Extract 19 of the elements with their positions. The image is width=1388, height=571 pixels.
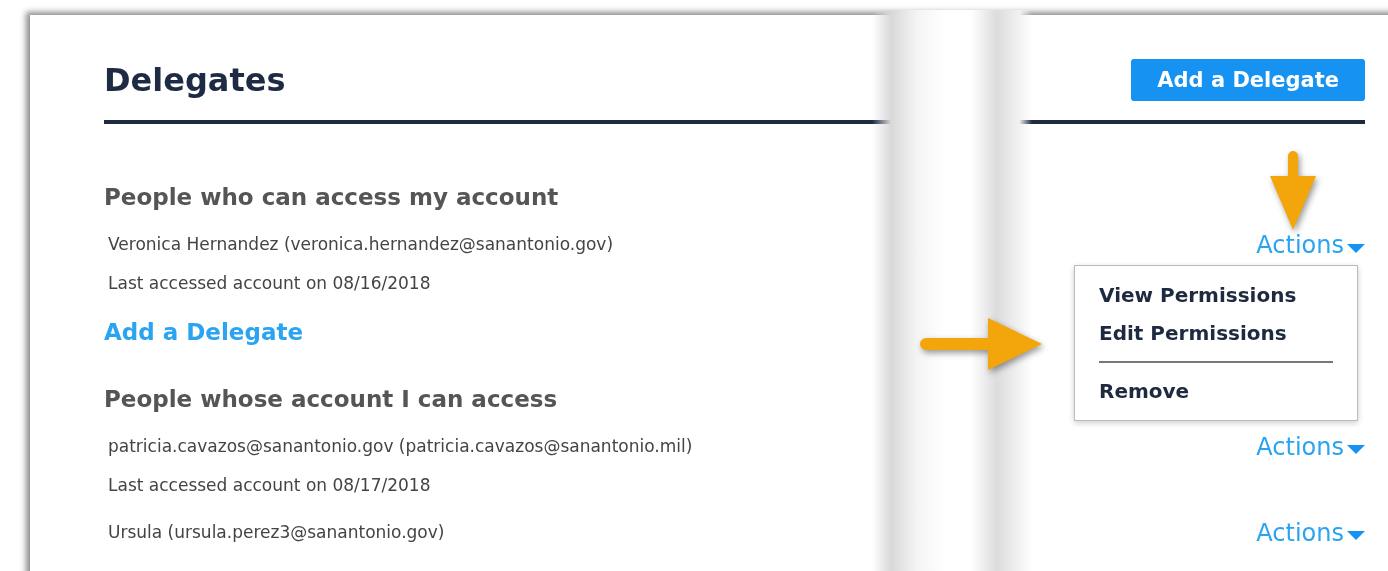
- caret-icon: [1347, 243, 1365, 253]
- delegate-name: Ursula (ursula.perez3@sanantonio.gov): [107, 520, 445, 544]
- last-accessed-text: Last accessed account on 08/16/2018: [107, 272, 431, 295]
- menu-item[interactable]: View Permissions: [1099, 276, 1297, 314]
- actions-link[interactable]: Actions: [1256, 520, 1365, 545]
- add-delegate-button[interactable]: Add a Delegate: [1131, 59, 1365, 101]
- page-title: Delegates: [104, 64, 286, 96]
- section-heading: People whose account I can access: [104, 387, 558, 411]
- caret-icon: [1347, 531, 1365, 540]
- delegate-name: patricia.cavazos@sanantonio.gov (patricia.cavazos@sanantonio.mil): [107, 434, 693, 458]
- section-heading: People who can access my account: [104, 186, 559, 209]
- add-delegate-link[interactable]: Add a Delegate: [104, 315, 303, 350]
- menu-item[interactable]: Remove: [1099, 372, 1190, 410]
- actions-link[interactable]: Actions: [1256, 233, 1365, 257]
- last-accessed-text: Last accessed account on 08/17/2018: [107, 473, 431, 497]
- actions-link[interactable]: Actions: [1256, 434, 1365, 459]
- delegate-name: Veronica Hernandez (veronica.hernandez@sanantonio.gov): [107, 233, 614, 257]
- caret-icon: [1347, 445, 1365, 454]
- menu-item[interactable]: Edit Permissions: [1099, 314, 1287, 352]
